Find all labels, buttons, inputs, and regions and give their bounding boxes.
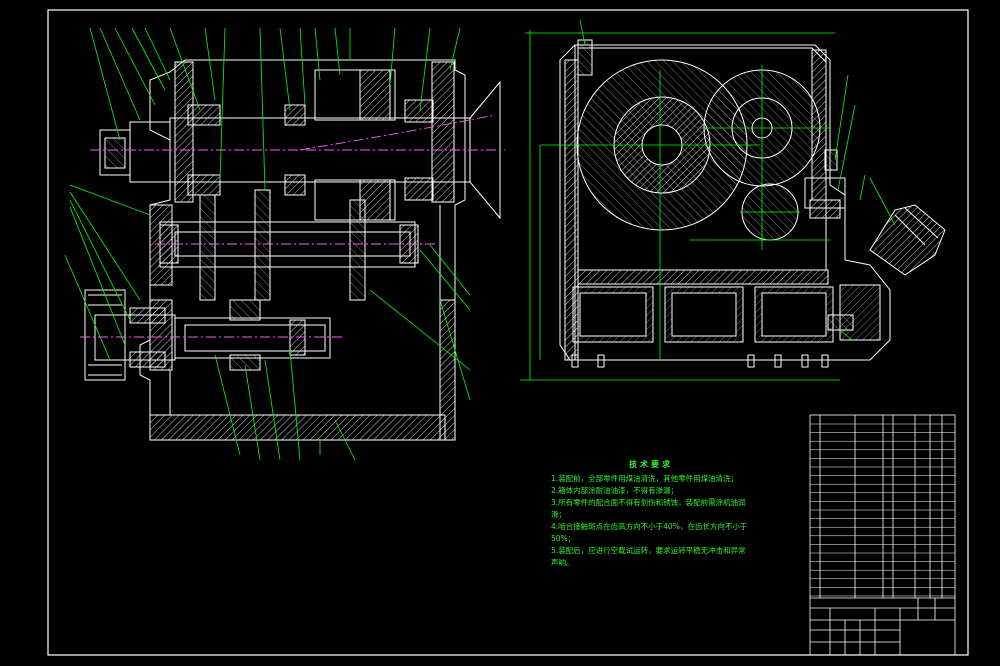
tech-note-5: 5.装配后，应进行空载试运转，要求运转平稳无冲击和异常声响。 xyxy=(551,546,746,567)
right-end-view xyxy=(559,39,946,368)
tech-note-3: 3.所有零件的配合面不得有划伤和锈蚀，装配前需涂机油润滑； xyxy=(551,498,746,519)
left-section-view xyxy=(84,59,501,441)
parts-list-rows xyxy=(810,423,955,597)
tech-note-2: 2.箱体内部涂耐油油漆，不得有渗漏； xyxy=(551,486,679,495)
parts-list-table xyxy=(809,414,956,656)
tech-notes-title: 技术要求 xyxy=(629,460,673,469)
title-block xyxy=(810,597,955,655)
tech-note-1: 1.装配前，全部零件用煤油清洗，其他零件用煤油清洗； xyxy=(551,474,739,483)
tech-note-4: 4.啮合接触斑点在齿高方向不小于40%，在齿长方向不小于50%； xyxy=(551,522,748,543)
cad-drawing: (function(){ var g=document.getElementBy… xyxy=(47,9,969,656)
technical-requirements: 技术要求 1.装配前，全部零件用煤油清洗，其他零件用煤油清洗； 2.箱体内部涂耐… xyxy=(551,459,751,569)
